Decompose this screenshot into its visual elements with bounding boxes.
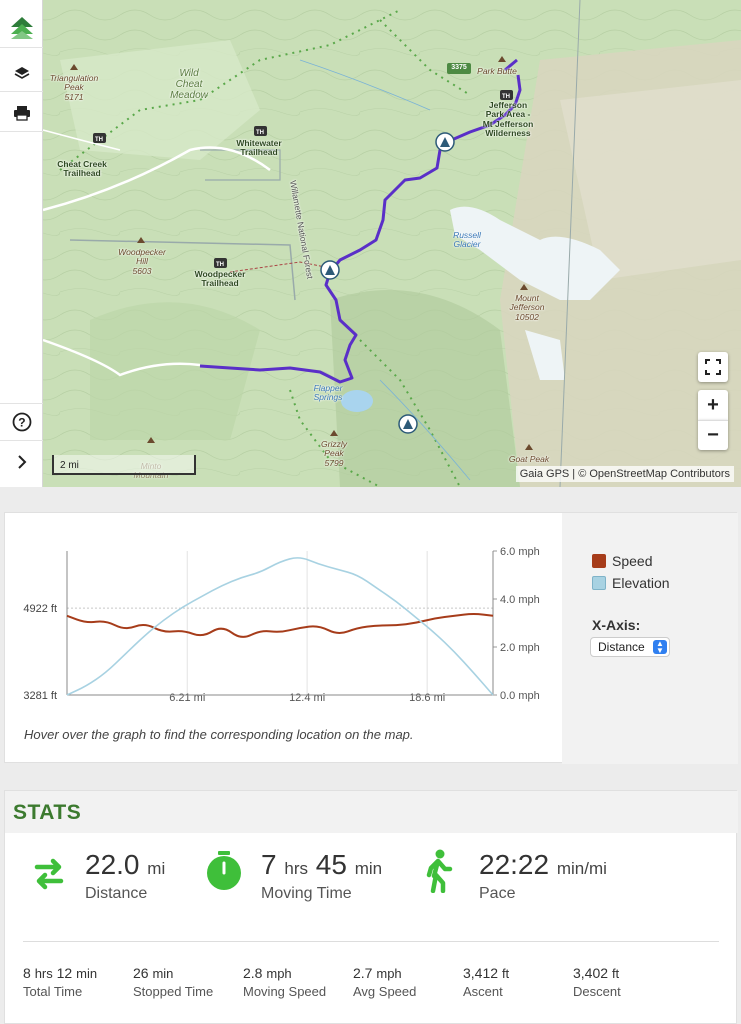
x-tick-label: 12.4 mi <box>289 692 325 704</box>
label-cheat-creek-trailhead: Cheat Creek Trailhead <box>57 159 107 179</box>
zoom-in-button[interactable]: + <box>698 390 728 420</box>
elevation-series-line <box>66 557 494 696</box>
label-woodpecker-hill: Woodpecker Hill 5603 <box>118 247 166 276</box>
y-right-tick-label: 6.0 mph <box>500 546 540 558</box>
stats-title: STATS <box>13 801 82 824</box>
distance-icon <box>34 858 64 890</box>
chevron-right-icon <box>17 455 26 469</box>
x-tick-label: 18.6 mi <box>409 692 445 704</box>
stat-moving-speed: 2.8 mph Moving Speed <box>243 965 327 999</box>
moving-time-value: 7 hrs 45 min <box>261 849 383 880</box>
layers-button[interactable] <box>0 54 43 92</box>
help-icon: ? <box>12 412 31 432</box>
map-toolbar: ? <box>0 0 43 487</box>
stat-descent: 3,402 ft Descent <box>573 965 621 999</box>
y-right-tick-label: 2.0 mph <box>500 642 540 654</box>
elevation-swatch <box>592 576 606 590</box>
y-right-tick-label: 0.0 mph <box>500 690 540 702</box>
svg-text:TH: TH <box>95 137 103 143</box>
stat-ascent: 3,412 ft Ascent <box>463 965 510 999</box>
fullscreen-button[interactable] <box>698 352 728 382</box>
label-wild-cheat-meadow: Wild Cheat Meadow <box>170 68 208 101</box>
pace-value: 22:22 min/mi <box>479 849 607 880</box>
label-goat-peak: Goat Peak <box>508 454 550 464</box>
map-attribution: Gaia GPS | © OpenStreetMap Contributors <box>515 466 734 482</box>
x-tick-label: 6.21 mi <box>169 692 205 704</box>
print-button[interactable] <box>0 94 43 132</box>
chart-area[interactable]: 6.21 mi 12.4 mi 18.6 mi 4922 ft 3281 ft 6.0 m… <box>5 513 562 764</box>
label-triangulation-peak: Triangulation Peak 5171 <box>49 73 99 102</box>
stat-stopped-time: 26 min Stopped Time <box>133 965 214 999</box>
speed-swatch <box>592 554 606 568</box>
y-left-tick-label: 3281 ft <box>23 690 57 702</box>
x-axis-select[interactable]: Distance ▲ ▼ <box>590 637 670 657</box>
stats-panel: STATS 22.0 mi Distance 7 hrs 45 min Movi… <box>4 790 738 1024</box>
road-badge: 3375 <box>451 64 467 71</box>
layers-icon <box>14 66 29 79</box>
y-right-tick-label: 4.0 mph <box>500 594 540 606</box>
moving-time-label: Moving Time <box>261 885 352 902</box>
map-terrain[interactable]: THTHTHTH <box>0 0 741 487</box>
svg-text:TH: TH <box>216 262 224 268</box>
gaia-logo-icon <box>10 16 33 39</box>
label-mount-jefferson: Mount Jefferson 10502 <box>509 293 545 322</box>
svg-text:?: ? <box>18 416 25 430</box>
chart-options: Speed Elevation X-Axis: Distance ▲ ▼ <box>562 513 738 764</box>
legend-item-elevation: Elevation <box>592 575 670 591</box>
pace-label: Pace <box>479 885 516 902</box>
gaia-logo-button[interactable] <box>0 8 43 48</box>
stopwatch-icon <box>207 851 241 890</box>
legend-label-elevation: Elevation <box>612 575 670 591</box>
label-jefferson-park: Jefferson Park Area - Mt Jefferson Wilde… <box>482 100 534 139</box>
speed-series-line <box>66 613 494 638</box>
label-grizzly-peak: Grizzly Peak 5799 <box>321 439 347 468</box>
select-caret-icon: ▲ ▼ <box>653 640 667 655</box>
legend-item-speed: Speed <box>592 553 652 569</box>
label-whitewater-trailhead: Whitewater Trailhead <box>236 138 282 158</box>
label-woodpecker-trailhead: Woodpecker Trailhead <box>194 269 246 289</box>
y-left-tick-label: 4922 ft <box>23 603 57 615</box>
label-park-butte: Park Butte <box>477 66 517 76</box>
stat-total-time: 8 hrs 12 min Total Time <box>23 965 98 999</box>
expand-sidebar-button[interactable] <box>0 443 43 481</box>
fullscreen-icon <box>705 359 721 375</box>
label-russell-glacier: Russell Glacier <box>453 230 481 250</box>
chart-hint: Hover over the graph to find the corresp… <box>24 727 414 742</box>
x-axis-select-value: Distance <box>598 640 645 654</box>
hiker-icon <box>426 849 453 893</box>
legend-label-speed: Speed <box>612 553 653 569</box>
x-axis-label: X-Axis: <box>592 617 641 633</box>
distance-label: Distance <box>85 885 148 902</box>
label-flapper-springs: Flapper Springs <box>313 383 343 403</box>
elevation-speed-chart[interactable]: 6.21 mi 12.4 mi 18.6 mi 4922 ft 3281 ft 6.0 m… <box>5 513 562 743</box>
scale-bar: 2 mi <box>52 455 196 475</box>
elevation-speed-panel: 6.21 mi 12.4 mi 18.6 mi 4922 ft 3281 ft 6.0 m… <box>4 512 738 764</box>
minus-icon: − <box>707 424 719 446</box>
print-icon <box>13 105 30 121</box>
svg-text:TH: TH <box>256 130 264 136</box>
stats-divider <box>23 941 719 942</box>
plus-icon: + <box>707 393 719 416</box>
zoom-out-button[interactable]: − <box>698 420 728 450</box>
stat-avg-speed: 2.7 mph Avg Speed <box>353 965 417 999</box>
map-view[interactable]: TH TH TH TH Triangulation Peak 5171 Wild Ch… <box>0 0 741 487</box>
distance-value: 22.0 mi <box>85 849 166 880</box>
help-button[interactable]: ? <box>0 403 43 441</box>
stats-header: STATS <box>5 791 738 833</box>
